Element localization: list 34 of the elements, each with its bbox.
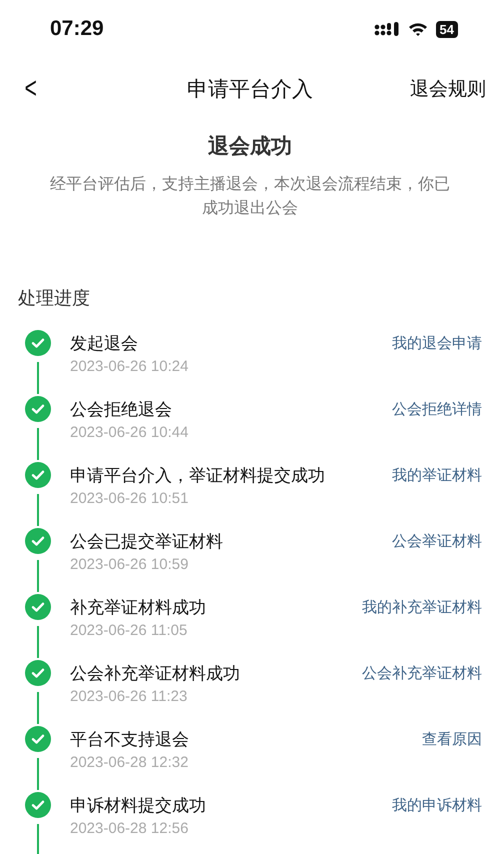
step-title: 公会补充举证材料成功 xyxy=(70,662,240,684)
step-link[interactable]: 公会补充举证材料 xyxy=(362,664,482,682)
step-link[interactable]: 查看原因 xyxy=(422,730,482,748)
step-time: 2023-06-26 10:24 xyxy=(70,358,188,375)
step-title: 公会已提交举证材料 xyxy=(70,530,223,552)
step-title: 发起退会 xyxy=(70,332,138,354)
step-link[interactable]: 公会拒绝详情 xyxy=(392,400,482,418)
battery-level: 54 xyxy=(436,20,458,38)
step-time: 2023-06-26 11:23 xyxy=(70,688,188,705)
step-time: 2023-06-26 10:51 xyxy=(70,490,188,507)
wifi-icon xyxy=(408,22,428,36)
step-title: 申诉材料提交成功 xyxy=(70,794,206,816)
step-time: 2023-06-26 10:44 xyxy=(70,424,188,441)
step-time: 2023-06-26 11:05 xyxy=(70,622,188,639)
section-heading: 处理进度 xyxy=(18,287,91,310)
page-title: 申请平台介入 xyxy=(187,76,313,103)
step-link[interactable]: 我的补充举证材料 xyxy=(362,598,482,616)
result-title: 退会成功 xyxy=(207,133,293,160)
step-time: 2023-06-28 12:56 xyxy=(70,820,188,837)
step-link[interactable]: 我的退会申请 xyxy=(392,334,482,352)
status-time: 07:29 xyxy=(50,17,104,41)
step-link[interactable]: 我的举证材料 xyxy=(392,466,482,484)
step-link[interactable]: 公会举证材料 xyxy=(392,532,482,550)
result-description: 经平台评估后，支持主播退会，本次退会流程结束，你已成功退出公会 xyxy=(49,173,451,219)
step-title: 补充举证材料成功 xyxy=(70,596,206,618)
step-time: 2023-06-26 10:59 xyxy=(70,556,188,573)
signal-icon xyxy=(374,22,400,36)
step-title: 申请平台介入，举证材料提交成功 xyxy=(70,464,325,486)
step-link[interactable]: 我的申诉材料 xyxy=(392,796,482,814)
step-title: 公会拒绝退会 xyxy=(70,398,172,420)
step-time: 2023-06-28 12:32 xyxy=(70,754,188,771)
back-button[interactable]: < xyxy=(20,72,42,106)
rules-link[interactable]: 退会规则 xyxy=(410,76,486,102)
step-title: 平台不支持退会 xyxy=(70,728,189,750)
